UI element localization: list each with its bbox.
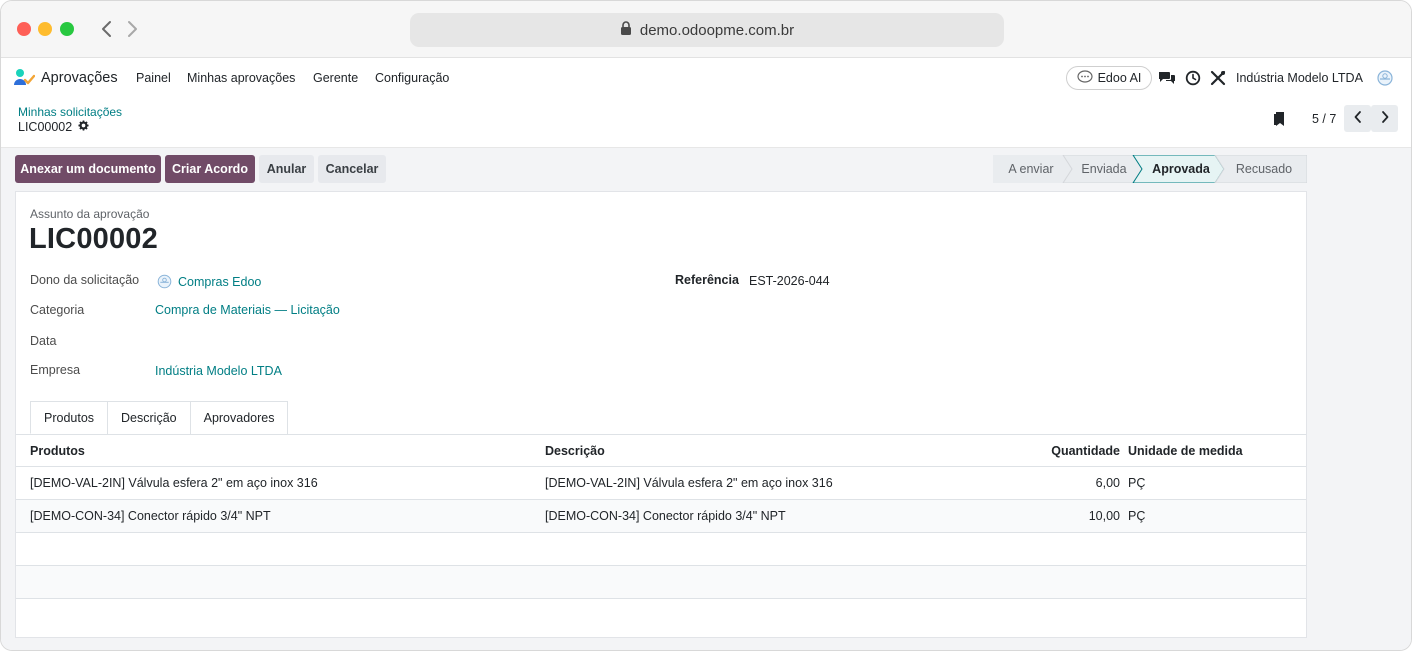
menu-gerente[interactable]: Gerente [313, 71, 358, 85]
create-agreement-button[interactable]: Criar Acordo [165, 155, 255, 183]
owner-avatar-icon [157, 274, 172, 289]
approvals-app-icon[interactable] [13, 68, 36, 88]
tools-icon[interactable] [1209, 69, 1227, 87]
menu-minhas-aprovacoes[interactable]: Minhas aprovações [187, 71, 295, 85]
close-window-button[interactable] [17, 22, 31, 36]
col-produtos[interactable]: Produtos [30, 444, 85, 458]
lock-icon [620, 20, 632, 40]
tab-descricao[interactable]: Descrição [107, 401, 191, 434]
col-descricao[interactable]: Descrição [545, 444, 605, 458]
menu-painel[interactable]: Painel [136, 71, 171, 85]
discuss-icon[interactable] [1158, 69, 1176, 87]
edoo-ai-button[interactable]: Edoo AI [1066, 66, 1152, 90]
chat-bubble-icon [1076, 69, 1093, 87]
stage-a-enviar[interactable]: A enviar [997, 155, 1065, 183]
category-field[interactable]: Compra de Materiais — Licitação [155, 303, 340, 317]
stage-aprovada[interactable]: Aprovada [1143, 155, 1219, 183]
menu-configuracao[interactable]: Configuração [375, 71, 449, 85]
browser-window: demo.odoopme.com.br Aprovações Painel Mi… [0, 0, 1412, 651]
date-label: Data [30, 334, 57, 348]
cell-quantity: 10,00 [1088, 509, 1120, 523]
owner-label: Dono da solicitação [30, 273, 140, 287]
cell-uom: PÇ [1128, 509, 1146, 523]
maximize-window-button[interactable] [60, 22, 74, 36]
stage-recusado[interactable]: Recusado [1225, 155, 1303, 183]
record-name-label: LIC00002 [18, 120, 73, 134]
category-label: Categoria [30, 303, 85, 317]
void-button[interactable]: Anular [259, 155, 314, 183]
address-bar[interactable]: demo.odoopme.com.br [410, 13, 1004, 47]
form-sheet: Assunto da aprovação LIC00002 Dono da so… [15, 191, 1307, 638]
date-field[interactable] [155, 334, 455, 350]
table-row[interactable]: [DEMO-VAL-2IN] Válvula esfera 2" em aço … [16, 467, 1306, 500]
clock-icon[interactable] [1184, 69, 1202, 87]
reference-label: Referência [675, 273, 739, 287]
minimize-window-button[interactable] [38, 22, 52, 36]
empty-row [16, 533, 1306, 566]
user-avatar-icon[interactable] [1376, 69, 1394, 87]
company-label: Empresa [30, 363, 81, 377]
forward-arrow-icon[interactable] [122, 17, 142, 41]
control-panel: Minhas solicitações LIC00002 5 / 7 [1, 98, 1411, 148]
breadcrumb-current-record: LIC00002 [18, 120, 89, 134]
pager-value[interactable]: 5 / 7 [1312, 112, 1336, 126]
attachment-bookmark-icon[interactable] [1273, 111, 1287, 127]
subject-caption: Assunto da aprovação [30, 207, 150, 221]
url-text: demo.odoopme.com.br [639, 21, 795, 39]
chevron-right-icon [1380, 110, 1390, 127]
owner-name: Compras Edoo [178, 275, 262, 289]
cell-description: [DEMO-CON-34] Conector rápido 3/4" NPT [545, 509, 786, 523]
empty-row [16, 599, 1306, 632]
subject-field[interactable]: LIC00002 [29, 223, 158, 256]
tab-aprovadores[interactable]: Aprovadores [189, 401, 289, 434]
pager-previous-button[interactable] [1344, 105, 1371, 132]
table-header: Produtos Descrição Quantidade Unidade de… [16, 435, 1306, 467]
notebook-tabs: Produtos Descrição Aprovadores [30, 401, 289, 435]
owner-field[interactable]: Compras Edoo [157, 274, 261, 289]
col-quantidade[interactable]: Quantidade [1051, 444, 1120, 458]
status-bar: A enviar Enviada Aprovada Recusado [993, 155, 1307, 183]
cell-product: [DEMO-VAL-2IN] Válvula esfera 2" em aço … [30, 476, 318, 490]
chevron-left-icon [1353, 110, 1363, 127]
table-row[interactable]: [DEMO-CON-34] Conector rápido 3/4" NPT [… [16, 500, 1306, 533]
stage-enviada[interactable]: Enviada [1071, 155, 1137, 183]
form-view: Anexar um documento Criar Acordo Anular … [1, 148, 1411, 650]
cell-uom: PÇ [1128, 476, 1146, 490]
empty-row [16, 566, 1306, 599]
browser-toolbar: demo.odoopme.com.br [1, 1, 1411, 58]
products-table: Produtos Descrição Quantidade Unidade de… [16, 435, 1306, 632]
breadcrumb-minhas-solicitacoes[interactable]: Minhas solicitações [18, 105, 122, 119]
main-navbar: Aprovações Painel Minhas aprovações Gere… [1, 58, 1411, 98]
back-arrow-icon[interactable] [97, 17, 117, 41]
cell-description: [DEMO-VAL-2IN] Válvula esfera 2" em aço … [545, 476, 833, 490]
attach-document-button[interactable]: Anexar um documento [15, 155, 161, 183]
reference-field[interactable]: EST-2026-044 [749, 274, 830, 288]
company-field[interactable]: Indústria Modelo LTDA [155, 364, 282, 378]
pager-next-button[interactable] [1371, 105, 1398, 132]
edoo-ai-label: Edoo AI [1097, 71, 1142, 85]
app-name[interactable]: Aprovações [41, 70, 118, 86]
cancel-button[interactable]: Cancelar [318, 155, 386, 183]
cell-quantity: 6,00 [1095, 476, 1120, 490]
company-switcher[interactable]: Indústria Modelo LTDA [1236, 71, 1363, 85]
gear-icon[interactable] [78, 120, 89, 134]
tab-produtos[interactable]: Produtos [30, 401, 109, 434]
col-unidade[interactable]: Unidade de medida [1128, 444, 1243, 458]
cell-product: [DEMO-CON-34] Conector rápido 3/4" NPT [30, 509, 271, 523]
